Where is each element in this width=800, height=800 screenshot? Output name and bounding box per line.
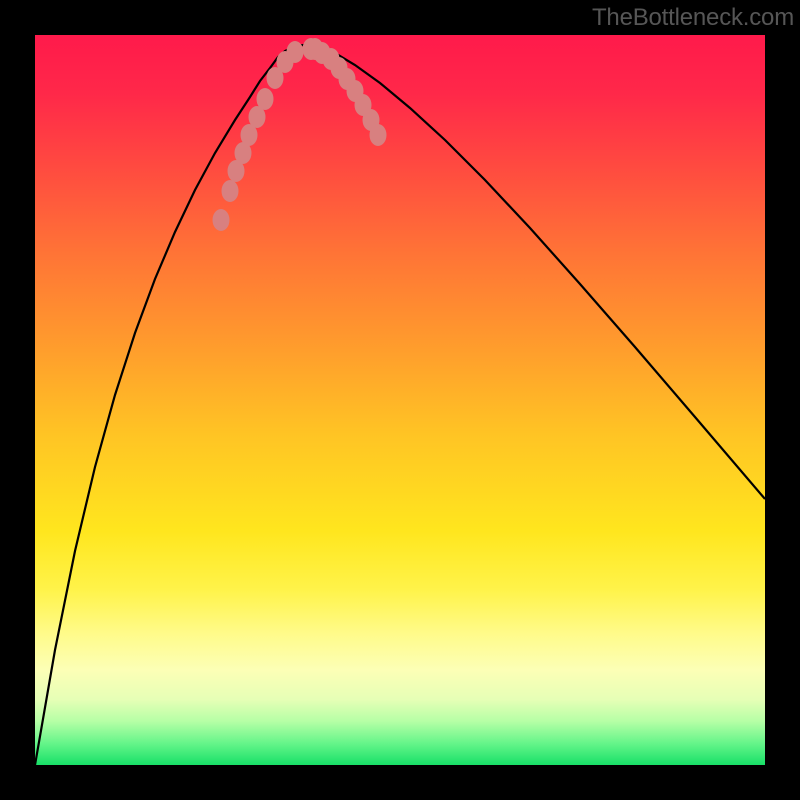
watermark-text: TheBottleneck.com: [592, 4, 794, 32]
marker-dot: [257, 88, 274, 110]
chart-area: [35, 35, 765, 765]
marker-dot: [370, 124, 387, 146]
marker-dot: [222, 180, 239, 202]
marker-dot: [287, 41, 304, 63]
chart-svg: [35, 35, 765, 765]
marker-dot: [213, 209, 230, 231]
gradient-bg: [35, 35, 765, 765]
